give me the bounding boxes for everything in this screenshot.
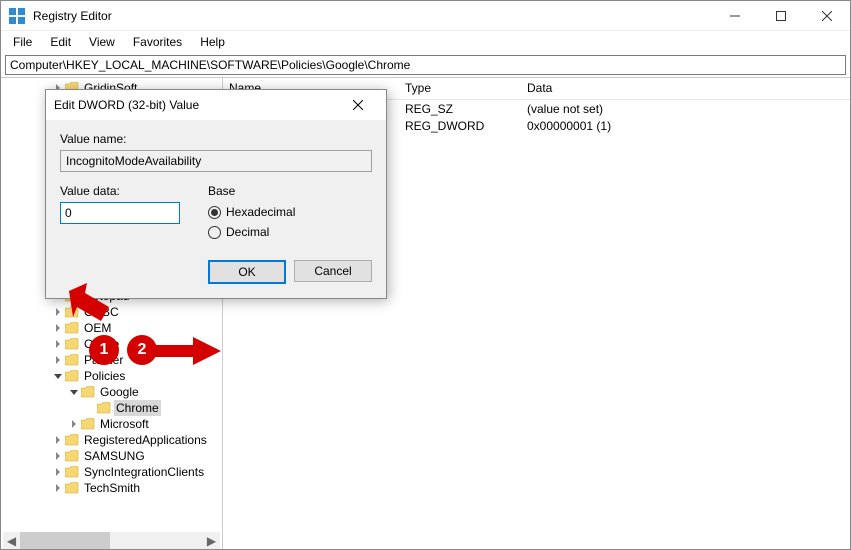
folder-icon bbox=[65, 482, 79, 494]
tree-item[interactable]: SAMSUNG bbox=[3, 448, 222, 464]
annotation-badge-1: 1 bbox=[89, 335, 119, 365]
value-data-input[interactable] bbox=[60, 202, 180, 224]
folder-icon bbox=[65, 434, 79, 446]
dialog-title-text: Edit DWORD (32-bit) Value bbox=[54, 98, 338, 112]
ok-button[interactable]: OK bbox=[208, 260, 286, 284]
chevron-right-icon[interactable] bbox=[51, 353, 65, 367]
scroll-right-icon[interactable]: ▶ bbox=[203, 532, 220, 549]
tree-hscroll[interactable]: ◀ ▶ bbox=[3, 532, 220, 549]
chevron-none bbox=[83, 401, 97, 415]
chevron-right-icon[interactable] bbox=[51, 465, 65, 479]
menu-file[interactable]: File bbox=[5, 33, 40, 51]
base-group-label: Base bbox=[208, 184, 295, 198]
cell-data: (value not set) bbox=[521, 102, 850, 116]
value-name-field: IncognitoModeAvailability bbox=[60, 150, 372, 172]
col-header-data[interactable]: Data bbox=[521, 78, 850, 99]
scroll-thumb[interactable] bbox=[20, 532, 110, 549]
edit-dword-dialog: Edit DWORD (32-bit) Value Value name: In… bbox=[45, 89, 387, 299]
tree-item[interactable]: Google bbox=[3, 384, 222, 400]
chevron-right-icon[interactable] bbox=[67, 417, 81, 431]
minimize-button[interactable] bbox=[712, 1, 758, 31]
tree-item-label: Microsoft bbox=[98, 416, 151, 432]
chevron-down-icon[interactable] bbox=[67, 385, 81, 399]
tree-item[interactable]: Policies bbox=[3, 368, 222, 384]
annotation-arrow-1 bbox=[61, 283, 131, 343]
radio-icon bbox=[208, 206, 221, 219]
tree-item[interactable]: Chrome bbox=[3, 400, 222, 416]
regedit-icon bbox=[9, 8, 25, 24]
cell-type: REG_DWORD bbox=[399, 119, 521, 133]
menu-edit[interactable]: Edit bbox=[42, 33, 79, 51]
chevron-right-icon[interactable] bbox=[51, 433, 65, 447]
close-button[interactable] bbox=[804, 1, 850, 31]
scroll-left-icon[interactable]: ◀ bbox=[3, 532, 20, 549]
dialog-close-button[interactable] bbox=[338, 91, 378, 119]
radio-decimal[interactable]: Decimal bbox=[208, 222, 295, 242]
menu-help[interactable]: Help bbox=[192, 33, 233, 51]
tree-item-label: RegisteredApplications bbox=[82, 432, 209, 448]
value-name-label: Value name: bbox=[60, 132, 372, 146]
folder-icon bbox=[81, 418, 95, 430]
tree-item[interactable]: TechSmith bbox=[3, 480, 222, 496]
dialog-titlebar: Edit DWORD (32-bit) Value bbox=[46, 90, 386, 120]
chevron-right-icon[interactable] bbox=[51, 449, 65, 463]
folder-icon bbox=[65, 370, 79, 382]
folder-icon bbox=[65, 450, 79, 462]
cancel-button[interactable]: Cancel bbox=[294, 260, 372, 282]
tree-item-label: TechSmith bbox=[82, 480, 142, 496]
maximize-button[interactable] bbox=[758, 1, 804, 31]
tree-item-label: Google bbox=[98, 384, 141, 400]
menu-favorites[interactable]: Favorites bbox=[125, 33, 190, 51]
tree-item-label: SAMSUNG bbox=[82, 448, 147, 464]
window-title: Registry Editor bbox=[33, 9, 712, 23]
tree-item-label: Policies bbox=[82, 368, 127, 384]
address-bar[interactable]: Computer\HKEY_LOCAL_MACHINE\SOFTWARE\Pol… bbox=[5, 55, 846, 75]
tree-item[interactable]: Microsoft bbox=[3, 416, 222, 432]
tree-item-label: SyncIntegrationClients bbox=[82, 464, 206, 480]
cell-type: REG_SZ bbox=[399, 102, 521, 116]
annotation-badge-2: 2 bbox=[127, 335, 157, 365]
folder-icon bbox=[65, 466, 79, 478]
tree-item[interactable]: RegisteredApplications bbox=[3, 432, 222, 448]
value-data-label: Value data: bbox=[60, 184, 180, 198]
cell-data: 0x00000001 (1) bbox=[521, 119, 850, 133]
chevron-down-icon[interactable] bbox=[51, 369, 65, 383]
radio-icon bbox=[208, 226, 221, 239]
folder-icon bbox=[65, 354, 79, 366]
radio-hexadecimal[interactable]: Hexadecimal bbox=[208, 202, 295, 222]
col-header-type[interactable]: Type bbox=[399, 78, 521, 99]
tree-item[interactable]: SyncIntegrationClients bbox=[3, 464, 222, 480]
menubar: File Edit View Favorites Help bbox=[1, 31, 850, 53]
radio-hex-label: Hexadecimal bbox=[226, 205, 295, 219]
menu-view[interactable]: View bbox=[81, 33, 123, 51]
chevron-right-icon[interactable] bbox=[51, 481, 65, 495]
titlebar: Registry Editor bbox=[1, 1, 850, 31]
annotation-arrow-2 bbox=[149, 337, 221, 365]
folder-icon bbox=[81, 386, 95, 398]
tree-item-label: Chrome bbox=[114, 400, 161, 416]
radio-dec-label: Decimal bbox=[226, 225, 269, 239]
folder-icon bbox=[97, 402, 111, 414]
